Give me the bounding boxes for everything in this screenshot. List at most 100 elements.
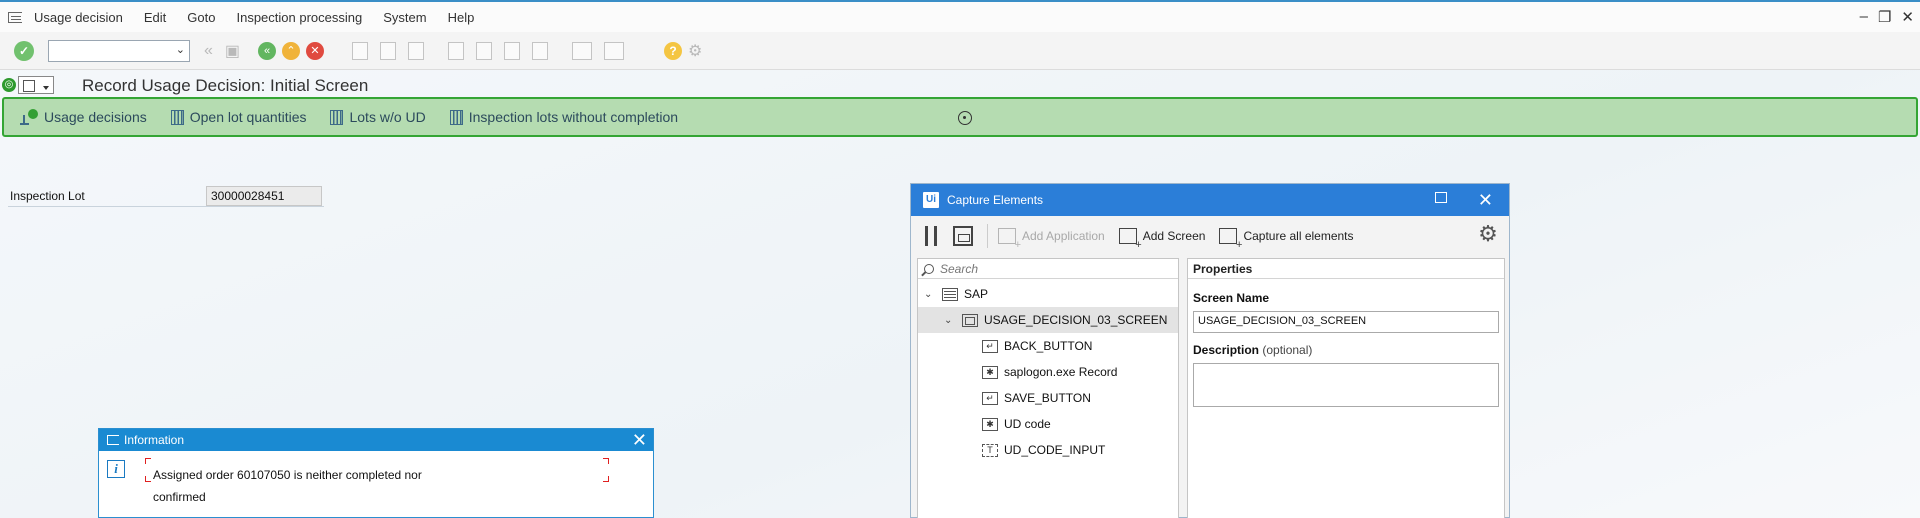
capture-toolbar: Add Application Add Screen Capture all e… <box>911 216 1509 256</box>
information-dialog-header: Information ✕ <box>99 429 653 451</box>
shortcut-icon <box>604 41 625 60</box>
application-toolbar: Usage decisions Open lot quantities Lots… <box>2 97 1918 137</box>
open-lot-quantities-label: Open lot quantities <box>189 109 307 125</box>
menu-system[interactable]: System <box>383 10 426 25</box>
pause-icon[interactable] <box>925 226 937 246</box>
search-input[interactable]: Search <box>918 259 1178 279</box>
target-icon[interactable] <box>958 111 972 125</box>
capture-elements-title: Capture Elements <box>947 193 1044 207</box>
generic-element-icon: ✱ <box>982 365 998 379</box>
previous-page-icon <box>476 41 493 60</box>
optional-hint: (optional) <box>1262 343 1313 357</box>
restore-icon[interactable]: ❐ <box>1878 8 1891 26</box>
table-icon <box>170 109 184 125</box>
tree-item-back-button[interactable]: ↵ BACK_BUTTON <box>918 333 1178 359</box>
screen-name-input[interactable]: USAGE_DECISION_03_SCREEN <box>1193 311 1499 333</box>
capture-elements-window: Ui Capture Elements ✕ Add Application Ad… <box>910 183 1510 518</box>
close-icon[interactable]: ✕ <box>632 430 647 451</box>
first-page-icon <box>448 41 465 60</box>
text-input-icon: T <box>982 443 998 457</box>
inspection-lot-row: Inspection Lot 30000028451 <box>8 185 324 207</box>
gear-icon[interactable]: ⚙ <box>1477 223 1499 245</box>
description-label: Description (optional) <box>1193 343 1312 357</box>
menu-goto[interactable]: Goto <box>187 10 215 25</box>
standard-toolbar: ✓ ⌄ « ▣ « ⌃ ✕ ? ⚙ <box>0 32 1920 70</box>
dialog-menu-icon[interactable] <box>107 435 119 445</box>
menu-inspection-processing[interactable]: Inspection processing <box>236 10 362 25</box>
capture-all-label: Capture all elements <box>1243 229 1354 243</box>
chevron-down-icon[interactable]: ⌄ <box>944 315 952 326</box>
close-icon[interactable]: ✕ <box>1901 8 1914 26</box>
last-page-icon <box>532 41 549 60</box>
help-icon[interactable]: ? <box>664 41 683 60</box>
command-field[interactable]: ⌄ <box>48 39 190 62</box>
info-icon: i <box>107 460 125 478</box>
enter-icon[interactable]: ✓ <box>14 40 34 61</box>
menu-usage-decision[interactable]: Usage decision <box>34 10 123 25</box>
menu-icon[interactable] <box>8 11 22 23</box>
add-application-icon <box>998 228 1021 251</box>
uipath-logo-icon: Ui <box>923 192 939 208</box>
add-screen-button[interactable]: Add Screen <box>1118 228 1206 251</box>
save-icon[interactable] <box>953 226 973 246</box>
print-icon <box>352 41 369 60</box>
table-icon <box>330 109 344 125</box>
tree-item-label: SAVE_BUTTON <box>1004 391 1091 405</box>
capture-all-elements-button[interactable]: Capture all elements <box>1219 228 1354 251</box>
open-lot-quantities-button[interactable]: Open lot quantities <box>170 109 307 125</box>
generic-element-icon: ✱ <box>982 417 998 431</box>
tree-item-save-button[interactable]: ↵ SAVE_BUTTON <box>918 385 1178 411</box>
add-application-button[interactable]: Add Application <box>998 228 1105 251</box>
page-title: Record Usage Decision: Initial Screen <box>82 76 369 95</box>
cancel-icon[interactable]: ✕ <box>306 41 325 60</box>
add-application-label: Add Application <box>1022 229 1105 243</box>
gear-icon: ⚙ <box>688 42 703 60</box>
chevron-down-icon[interactable]: ⌄ <box>924 289 932 300</box>
element-tree: Search ⌄ SAP ⌄ USAGE_DECISION_03_SCREEN … <box>917 258 1179 518</box>
properties-header: Properties <box>1188 259 1504 279</box>
menu-help[interactable]: Help <box>448 10 475 25</box>
minimize-icon[interactable]: – <box>1860 8 1868 26</box>
back-icon[interactable]: « <box>258 41 277 60</box>
button-element-icon: ↵ <box>982 391 998 405</box>
usage-decision-icon <box>20 109 38 125</box>
button-element-icon: ↵ <box>982 339 998 353</box>
menu-edit[interactable]: Edit <box>144 10 166 25</box>
menu-bar: Usage decision Edit Goto Inspection proc… <box>0 0 1920 32</box>
capture-elements-header: Ui Capture Elements ✕ <box>911 184 1509 216</box>
lots-wo-ud-label: Lots w/o UD <box>349 109 426 125</box>
chevron-down-icon[interactable]: ⌄ <box>176 43 185 56</box>
tree-item-saplogon-record[interactable]: ✱ saplogon.exe Record <box>918 359 1178 385</box>
table-icon <box>449 109 463 125</box>
add-screen-label: Add Screen <box>1142 229 1206 243</box>
add-screen-icon <box>1118 228 1142 251</box>
window-controls: – ❐ ✕ <box>1860 8 1914 26</box>
tree-item-ud-code-input[interactable]: T UD_CODE_INPUT <box>918 437 1178 463</box>
properties-panel: Properties Screen Name USAGE_DECISION_03… <box>1187 258 1505 518</box>
title-bar: ◎ Record Usage Decision: Initial Screen <box>0 72 1920 96</box>
maximize-icon[interactable] <box>1435 192 1447 203</box>
tree-item-ud-code[interactable]: ✱ UD code <box>918 411 1178 437</box>
save-icon: ▣ <box>224 42 241 60</box>
information-dialog-title: Information <box>124 433 185 447</box>
double-chevron-left-icon: « <box>204 41 213 59</box>
tree-item-label: UD code <box>1004 417 1051 431</box>
screen-menu-icon[interactable] <box>18 76 54 94</box>
information-dialog: Information ✕ i Assigned order 60107050 … <box>98 428 654 518</box>
find-next-icon <box>408 41 425 60</box>
description-input[interactable] <box>1193 363 1499 407</box>
inspection-lot-input[interactable]: 30000028451 <box>206 186 322 206</box>
lots-wo-ud-button[interactable]: Lots w/o UD <box>330 109 426 125</box>
tree-item-label: BACK_BUTTON <box>1004 339 1093 353</box>
next-page-icon <box>504 41 521 60</box>
usage-decisions-button[interactable]: Usage decisions <box>20 109 147 125</box>
tree-item-screen[interactable]: ⌄ USAGE_DECISION_03_SCREEN <box>918 307 1178 333</box>
lots-without-completion-button[interactable]: Inspection lots without completion <box>449 109 679 125</box>
application-icon <box>942 287 958 301</box>
close-icon[interactable]: ✕ <box>1478 190 1493 211</box>
lots-without-completion-label: Inspection lots without completion <box>468 109 679 125</box>
tree-item-sap[interactable]: ⌄ SAP <box>918 281 1178 307</box>
tree-item-label: saplogon.exe Record <box>1004 365 1118 379</box>
find-icon <box>380 41 397 60</box>
exit-icon[interactable]: ⌃ <box>282 41 301 60</box>
